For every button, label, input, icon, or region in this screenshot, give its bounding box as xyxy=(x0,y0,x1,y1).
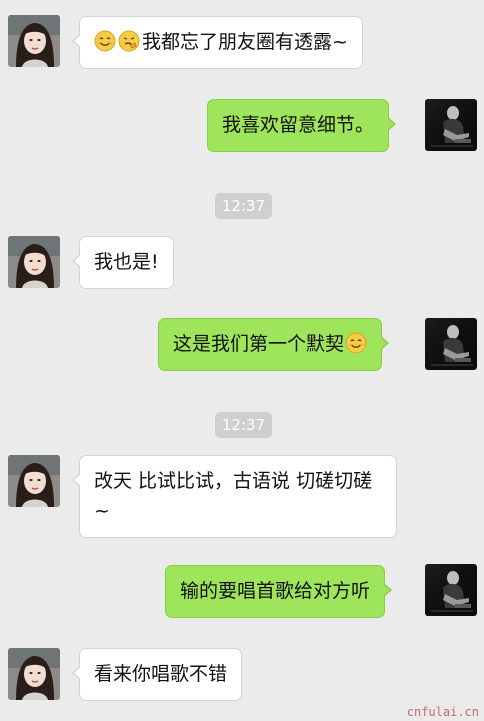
contact-avatar[interactable] xyxy=(8,648,60,700)
timestamp-badge: 12:37 xyxy=(215,412,272,438)
thinking-emoji-icon xyxy=(118,30,140,52)
self-avatar[interactable] xyxy=(425,318,477,370)
avatar-man-image xyxy=(425,99,477,151)
contact-avatar[interactable] xyxy=(8,455,60,507)
contact-avatar[interactable] xyxy=(8,236,60,288)
smile-emoji-icon xyxy=(345,332,367,354)
contact-avatar[interactable] xyxy=(8,15,60,67)
timestamp-badge: 12:37 xyxy=(215,193,272,219)
smile-emoji-icon xyxy=(94,30,116,52)
message-text: 我也是! xyxy=(94,251,159,273)
self-avatar[interactable] xyxy=(425,564,477,616)
avatar-woman-image xyxy=(8,455,60,507)
message-text: 我都忘了朋友圈有透露~ xyxy=(142,31,348,53)
message-text: 输的要唱首歌给对方听 xyxy=(180,580,371,602)
message-text: 我喜欢留意细节。 xyxy=(222,114,375,136)
sent-message-bubble[interactable]: 这是我们第一个默契 xyxy=(158,318,390,371)
received-message-bubble[interactable]: 我也是! xyxy=(72,236,174,289)
received-message-bubble[interactable]: 改天 比试比试，古语说 切磋切磋~ xyxy=(72,455,397,538)
message-text: 这是我们第一个默契 xyxy=(173,333,345,355)
avatar-man-image xyxy=(425,564,477,616)
avatar-woman-image xyxy=(8,236,60,288)
avatar-woman-image xyxy=(8,15,60,67)
avatar-woman-image xyxy=(8,648,60,700)
sent-message-bubble[interactable]: 我喜欢留意细节。 xyxy=(207,99,397,152)
site-watermark: cnfulai.cn xyxy=(406,705,479,719)
message-text: 改天 比试比试，古语说 切磋切磋~ xyxy=(94,470,373,522)
self-avatar[interactable] xyxy=(425,99,477,151)
sent-message-bubble[interactable]: 输的要唱首歌给对方听 xyxy=(165,565,393,618)
avatar-man-image xyxy=(425,318,477,370)
received-message-bubble[interactable]: 看来你唱歌不错 xyxy=(71,648,243,701)
message-text: 看来你唱歌不错 xyxy=(94,663,228,685)
received-message-bubble[interactable]: 我都忘了朋友圈有透露~ xyxy=(72,16,363,69)
